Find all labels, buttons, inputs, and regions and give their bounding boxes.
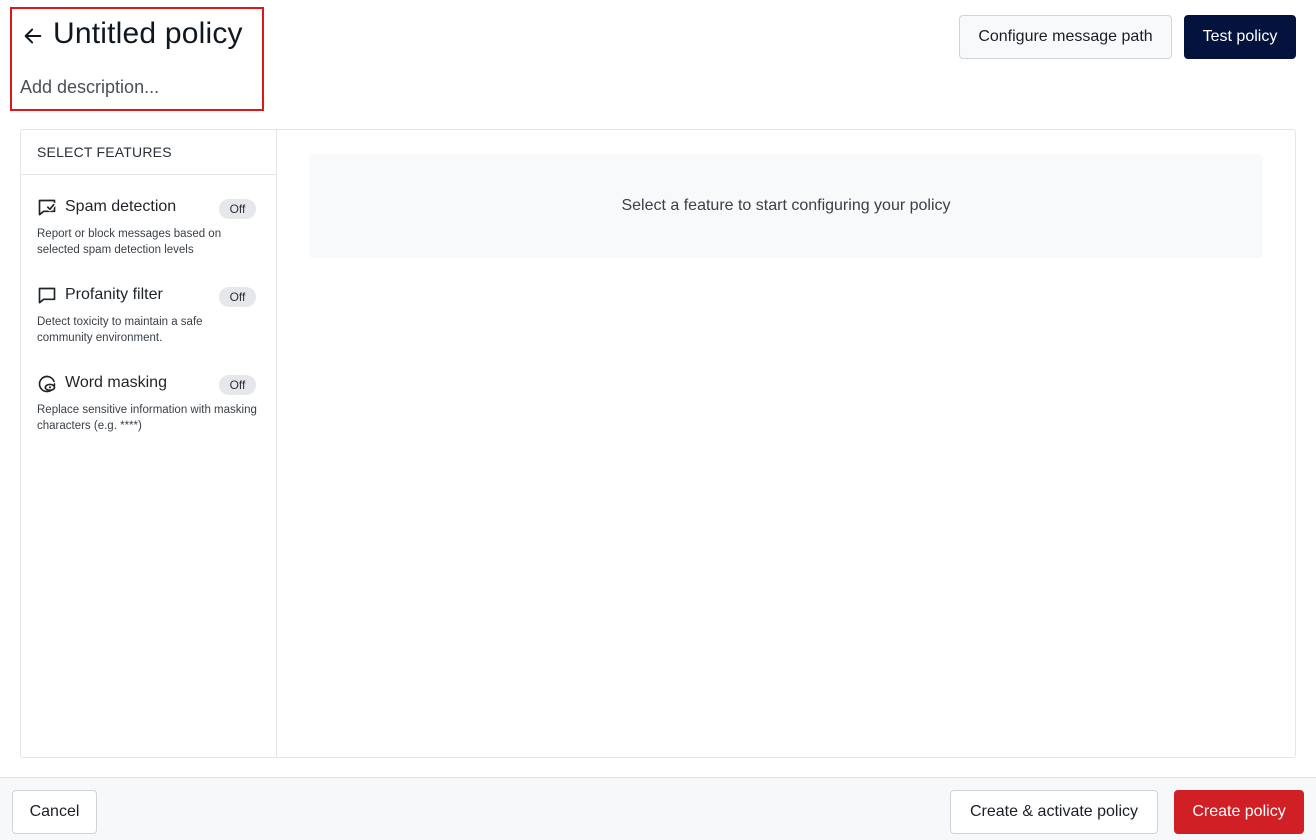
eye-mask-icon <box>38 375 56 393</box>
test-policy-button[interactable]: Test policy <box>1184 15 1296 59</box>
feature-name: Profanity filter <box>65 286 163 303</box>
policy-title-block: Untitled policy Add description... <box>10 7 264 111</box>
create-policy-button[interactable]: Create policy <box>1174 790 1304 834</box>
cancel-button[interactable]: Cancel <box>12 790 97 834</box>
feature-name: Spam detection <box>65 198 177 215</box>
status-badge: Off <box>219 287 256 307</box>
page-title[interactable]: Untitled policy <box>53 17 243 51</box>
feature-description: Report or block messages based on select… <box>37 228 222 256</box>
feature-item-word-masking[interactable]: Word masking Off Replace sensitive infor… <box>21 374 276 454</box>
status-badge: Off <box>219 375 256 395</box>
arrow-left-icon[interactable] <box>22 25 44 47</box>
feature-item-spam-detection[interactable]: Spam detection Off Report or block messa… <box>21 198 276 278</box>
message-check-icon <box>38 199 56 216</box>
feature-description: Detect toxicity to maintain a safe commu… <box>37 316 203 344</box>
message-square-icon <box>38 287 56 304</box>
description-input[interactable]: Add description... <box>20 77 159 98</box>
feature-item-profanity-filter[interactable]: Profanity filter Off Detect toxicity to … <box>21 286 276 366</box>
configure-message-path-button[interactable]: Configure message path <box>959 15 1172 59</box>
status-badge: Off <box>219 199 256 219</box>
footer-bar: Cancel Create & activate policy Create p… <box>0 777 1316 840</box>
feature-config-area: Select a feature to start configuring yo… <box>277 130 1295 757</box>
feature-name: Word masking <box>65 374 167 391</box>
sidebar-heading: SELECT FEATURES <box>21 130 276 175</box>
empty-state-message: Select a feature to start configuring yo… <box>309 154 1263 258</box>
feature-description: Replace sensitive information with maski… <box>37 404 257 432</box>
policy-editor-panel: SELECT FEATURES Spam detection Off Repor… <box>20 129 1296 758</box>
create-and-activate-policy-button[interactable]: Create & activate policy <box>950 790 1158 834</box>
features-sidebar: SELECT FEATURES Spam detection Off Repor… <box>21 130 277 757</box>
